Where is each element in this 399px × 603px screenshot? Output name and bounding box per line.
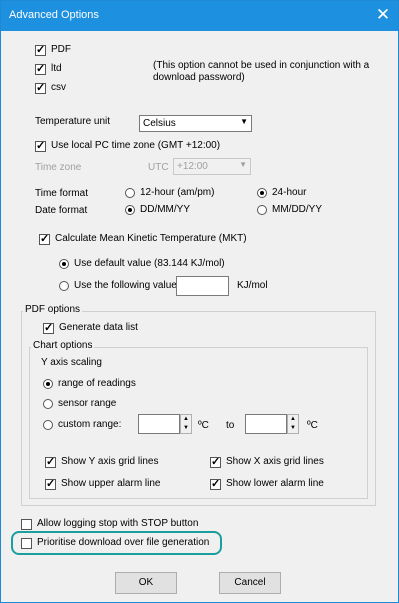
generate-data-list-checkbox[interactable] <box>43 321 54 334</box>
time-24h-radio[interactable] <box>257 188 267 198</box>
utc-label: UTC <box>148 162 169 173</box>
utc-offset-value: +12:00 <box>177 161 208 172</box>
show-lower-alarm-checkbox[interactable] <box>210 477 221 490</box>
cancel-button[interactable]: Cancel <box>219 572 281 594</box>
close-icon[interactable]: ✕ <box>368 1 398 31</box>
show-x-grid-checkbox[interactable] <box>210 455 221 468</box>
csv-checkbox[interactable] <box>35 81 46 94</box>
date-ddmm-label: DD/MM/YY <box>140 204 190 215</box>
custom-range-min-unit: ºC <box>198 420 209 431</box>
custom-range-max-input[interactable] <box>245 414 287 434</box>
mkt-following-label: Use the following value <box>74 280 177 291</box>
time-format-label: Time format <box>35 188 88 199</box>
range-readings-radio[interactable] <box>43 379 53 389</box>
temperature-unit-value: Celsius <box>143 118 176 129</box>
mkt-following-radio[interactable] <box>59 281 69 291</box>
mkt-checkbox[interactable] <box>39 232 50 245</box>
advanced-options-dialog: Advanced Options ✕ PDF ltd csv (This opt… <box>0 0 399 603</box>
ok-button[interactable]: OK <box>115 572 177 594</box>
dropdown-arrow-icon: ▼ <box>240 117 248 126</box>
use-local-timezone-label: Use local PC time zone (GMT +12:00) <box>51 140 221 151</box>
mkt-default-radio[interactable] <box>59 259 69 269</box>
pdf-options-legend: PDF options <box>23 304 83 315</box>
time-zone-label: Time zone <box>35 162 82 173</box>
show-upper-alarm-checkbox[interactable] <box>45 477 56 490</box>
pdf-label: PDF <box>51 44 71 55</box>
custom-range-max-spinner[interactable]: ▲ ▼ <box>287 414 299 434</box>
date-format-label: Date format <box>35 205 88 216</box>
show-y-grid-checkbox[interactable] <box>45 455 56 468</box>
use-local-timezone-checkbox[interactable] <box>35 139 46 152</box>
pdf-checkbox[interactable] <box>35 43 46 56</box>
time-24h-label: 24-hour <box>272 187 307 198</box>
show-x-grid-label: Show X axis grid lines <box>226 456 324 467</box>
mkt-label: Calculate Mean Kinetic Temperature (MKT) <box>55 233 247 244</box>
allow-stop-checkbox[interactable] <box>21 519 32 530</box>
title-bar: Advanced Options ✕ <box>1 1 398 31</box>
mkt-default-label: Use default value (83.144 KJ/mol) <box>74 258 225 269</box>
temperature-unit-label: Temperature unit <box>35 116 111 127</box>
dropdown-arrow-icon: ▼ <box>239 160 247 169</box>
date-mmdd-label: MM/DD/YY <box>272 204 322 215</box>
show-y-grid-label: Show Y axis grid lines <box>61 456 159 467</box>
mkt-value-input[interactable] <box>176 276 229 296</box>
show-upper-alarm-label: Show upper alarm line <box>61 478 161 489</box>
custom-range-max-unit: ºC <box>307 420 318 431</box>
range-readings-label: range of readings <box>58 378 136 389</box>
time-12h-label: 12-hour (am/pm) <box>140 187 215 198</box>
custom-range-radio[interactable] <box>43 420 53 430</box>
prioritise-download-label: Prioritise download over file generation <box>37 537 210 548</box>
ltd-checkbox[interactable] <box>35 62 46 75</box>
custom-range-min-input[interactable] <box>138 414 180 434</box>
date-mmdd-radio[interactable] <box>257 205 267 215</box>
password-note-line1: (This option cannot be used in conjuncti… <box>153 60 370 71</box>
generate-data-list-label: Generate data list <box>59 322 138 333</box>
sensor-range-radio[interactable] <box>43 399 53 409</box>
prioritise-download-checkbox[interactable] <box>21 538 32 549</box>
custom-range-label: custom range: <box>58 419 122 430</box>
custom-range-to-label: to <box>226 420 235 431</box>
ltd-label: ltd <box>51 63 62 74</box>
chart-options-legend: Chart options <box>31 340 95 351</box>
y-axis-scaling-label: Y axis scaling <box>41 357 102 368</box>
dialog-title: Advanced Options <box>9 9 99 21</box>
time-12h-radio[interactable] <box>125 188 135 198</box>
show-lower-alarm-label: Show lower alarm line <box>226 478 324 489</box>
mkt-unit-label: KJ/mol <box>237 280 268 291</box>
temperature-unit-select[interactable]: Celsius ▼ <box>139 115 252 132</box>
password-note-line2: download password) <box>153 72 245 83</box>
custom-range-min-spinner[interactable]: ▲ ▼ <box>180 414 192 434</box>
csv-label: csv <box>51 82 66 93</box>
date-ddmm-radio[interactable] <box>125 205 135 215</box>
utc-offset-select[interactable]: +12:00 ▼ <box>173 158 251 175</box>
allow-stop-label: Allow logging stop with STOP button <box>37 518 199 529</box>
sensor-range-label: sensor range <box>58 398 117 409</box>
